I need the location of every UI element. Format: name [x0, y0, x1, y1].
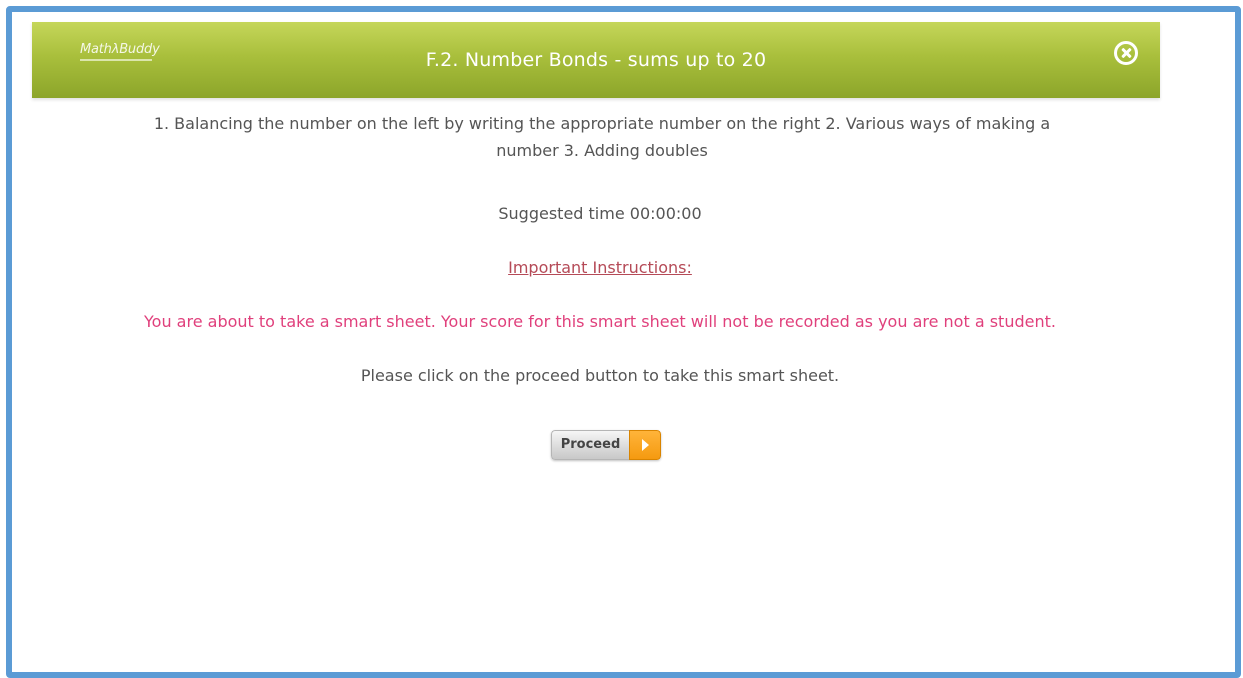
important-instructions: Important Instructions: — [12, 258, 1188, 277]
close-icon[interactable] — [1114, 41, 1138, 65]
arrow-right-icon[interactable] — [629, 430, 661, 460]
proceed-button[interactable]: Proceed — [551, 430, 661, 460]
header-bar: MathλBuddy F.2. Number Bonds - sums up t… — [32, 22, 1160, 98]
sheet-description: 1. Balancing the number on the left by w… — [153, 114, 1051, 160]
important-instructions-heading: Important Instructions: — [508, 258, 692, 277]
proceed-button-label[interactable]: Proceed — [551, 430, 629, 460]
proceed-instruction: Please click on the proceed button to ta… — [360, 366, 840, 385]
modal-frame: MathλBuddy F.2. Number Bonds - sums up t… — [6, 6, 1241, 678]
suggested-time: Suggested time 00:00:00 — [498, 204, 702, 223]
page-title: F.2. Number Bonds - sums up to 20 — [425, 49, 767, 71]
warning-message: You are about to take a smart sheet. You… — [144, 312, 1056, 331]
